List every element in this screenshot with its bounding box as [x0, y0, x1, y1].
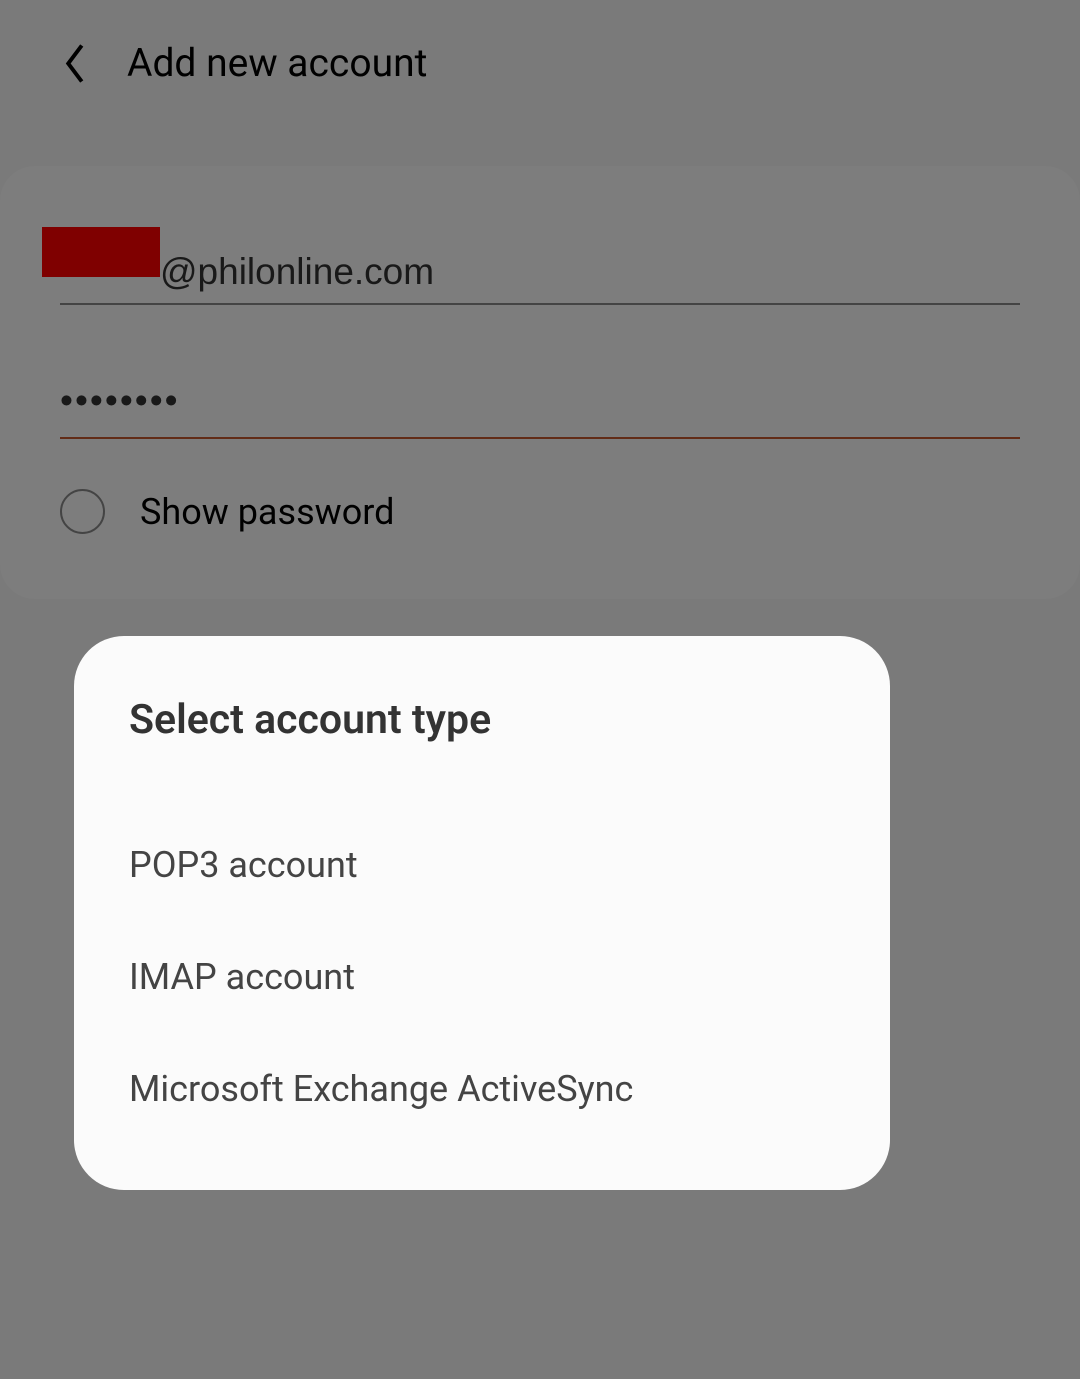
dialog-title: Select account type [129, 696, 835, 744]
account-type-dialog: Select account type POP3 account IMAP ac… [74, 636, 890, 1190]
option-pop3[interactable]: POP3 account [129, 809, 835, 921]
option-exchange[interactable]: Microsoft Exchange ActiveSync [129, 1033, 835, 1145]
option-imap[interactable]: IMAP account [129, 921, 835, 1033]
